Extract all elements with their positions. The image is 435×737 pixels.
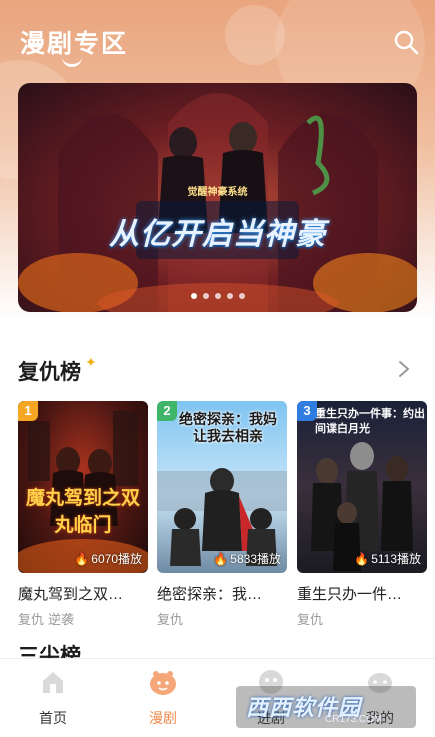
tag: 复仇 (297, 612, 324, 627)
nav-comic[interactable]: 漫剧 (128, 667, 198, 728)
tag: 复仇 (157, 612, 184, 627)
banner-pagination[interactable] (18, 286, 417, 304)
ranking-list: 魔丸驾到之双丸临门 1 🔥 6070播放 魔丸驾到之双… 复仇 逆袭 绝密探亲：我妈… (18, 401, 435, 631)
rank-badge: 3 (297, 401, 317, 421)
banner-title: 从亿开启当神豪 (109, 218, 326, 251)
play-count: 🔥 5833播放 (213, 552, 281, 566)
rank-badge: 1 (18, 401, 38, 421)
comic-icon (150, 671, 176, 695)
tag: 复仇 (18, 612, 45, 627)
cover-title: 绝密探亲：我妈让我去相亲 (179, 411, 277, 444)
cover-title: 魔丸驾到之双丸临门 (25, 488, 140, 536)
banner-dot[interactable] (226, 293, 233, 299)
banner-dot[interactable] (214, 293, 221, 299)
drama-name: 重生只办一件… (297, 586, 403, 603)
cover-image: 魔丸驾到之双丸临门 1 🔥 6070播放 (18, 401, 148, 573)
fire-icon: 🔥 (354, 552, 370, 566)
cover-title: 重生只办一件事：约出间谍白月光 (315, 408, 425, 435)
banner-dot[interactable] (190, 293, 197, 299)
chevron-right-icon[interactable] (395, 358, 413, 380)
drama-name: 魔丸驾到之双… (18, 586, 124, 603)
banner-dot[interactable] (238, 293, 245, 299)
search-icon[interactable] (392, 28, 420, 56)
banner-dot[interactable] (202, 293, 209, 299)
cover-image: 重生只办一件事：约出间谍白月光 3 🔥 5113播放 (297, 401, 427, 573)
tag-list: 复仇 逆袭 (18, 609, 148, 628)
rank-badge: 2 (157, 401, 177, 421)
nav-home[interactable]: 首页 (18, 667, 88, 728)
watermark-url: CR173.COM (325, 714, 383, 725)
ranking-card[interactable]: 魔丸驾到之双丸临门 1 🔥 6070播放 魔丸驾到之双… 复仇 逆袭 (18, 401, 148, 628)
banner-subtitle: 觉醒神豪系统 (187, 187, 248, 198)
revenge-ranking-header: 复仇榜 ✦ (18, 352, 417, 388)
tag: 逆袭 (48, 612, 75, 627)
tag-list: 复仇 (157, 609, 287, 628)
nav-label: 漫剧 (149, 710, 177, 726)
sparkle-icon: ✦ (85, 354, 97, 370)
section-title: 复仇榜 (18, 361, 81, 384)
featured-banner[interactable]: 觉醒神豪系统 从亿开启当神豪 (18, 83, 417, 312)
play-count: 🔥 6070播放 (74, 552, 142, 566)
cover-image: 绝密探亲：我妈让我去相亲 2 🔥 5833播放 (157, 401, 287, 573)
drama-name: 绝密探亲：我… (157, 586, 263, 603)
next-section-title: 三尖榜 (18, 645, 81, 658)
fire-icon: 🔥 (213, 552, 229, 566)
page-title: 漫剧专区 (20, 30, 129, 58)
fire-icon: 🔥 (74, 552, 90, 566)
home-icon (43, 672, 63, 693)
play-count: 🔥 5113播放 (354, 552, 421, 566)
nav-label: 首页 (39, 710, 67, 726)
tag-list: 复仇 (297, 609, 427, 628)
ranking-card[interactable]: 重生只办一件事：约出间谍白月光 3 🔥 5113播放 重生只办一件… 复仇 (297, 401, 427, 628)
ranking-card[interactable]: 绝密探亲：我妈让我去相亲 2 🔥 5833播放 绝密探亲：我… 复仇 (157, 401, 287, 628)
